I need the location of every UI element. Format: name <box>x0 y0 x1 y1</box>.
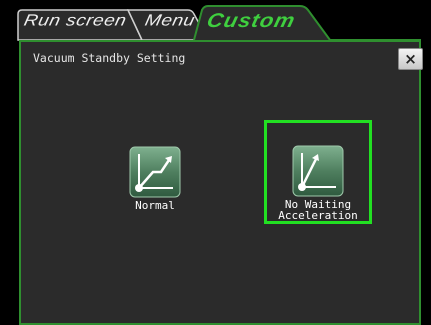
no-waiting-curve-icon[interactable] <box>292 145 344 197</box>
tab-custom[interactable]: Custom <box>204 9 298 32</box>
screen: Run screen Menu Custom Vacuum Standby Se… <box>0 0 431 325</box>
normal-curve-icon[interactable] <box>129 146 181 198</box>
close-button[interactable]: × <box>398 48 423 70</box>
vacuum-standby-panel: Vacuum Standby Setting × Normal No Waiti… <box>19 40 423 325</box>
option-normal[interactable]: Normal <box>110 146 200 211</box>
option-no-waiting-label: No Waiting Acceleration <box>278 198 358 222</box>
tab-bar: Run screen Menu Custom <box>0 0 431 44</box>
tab-run-screen[interactable]: Run screen <box>22 12 128 31</box>
option-normal-label: Normal <box>135 199 175 212</box>
panel-title: Vacuum Standby Setting <box>33 51 186 65</box>
tab-menu[interactable]: Menu <box>143 12 196 31</box>
option-no-waiting-acceleration[interactable]: No Waiting Acceleration <box>264 120 372 224</box>
